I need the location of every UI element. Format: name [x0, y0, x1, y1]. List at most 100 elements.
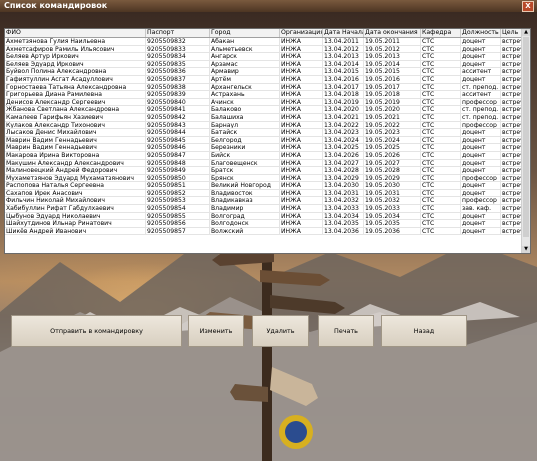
cell-city[interactable]: Белгород — [210, 136, 280, 144]
cell-name[interactable]: Макарова Ирина Викторовна — [5, 151, 146, 159]
cell-end-date[interactable]: 19.05.2035 — [364, 220, 421, 227]
cell-city[interactable]: Армавир — [210, 68, 280, 75]
table-row[interactable]: Беляев Артур Иркович 9205509834 Ангарск ИНЖ… — [5, 53, 530, 61]
cell-passport[interactable]: 9205509846 — [146, 144, 210, 151]
cell-start-date[interactable]: 13.04.2015 — [323, 68, 364, 75]
table-row[interactable]: Лысаков Денис Михайлович 9205509844 Батайс… — [5, 129, 530, 137]
cell-organization[interactable]: ИНЖА — [280, 83, 323, 91]
cell-city[interactable]: Батайск — [210, 129, 280, 136]
cell-organization[interactable]: ИНЖА — [280, 113, 323, 121]
cell-position[interactable]: доцент — [461, 151, 501, 159]
table-row[interactable]: Хабибуллин Рифат Габдулхаевич 9205509854 В… — [5, 205, 530, 213]
cell-position[interactable]: доцент — [461, 136, 501, 144]
cell-name[interactable]: Беляев Артур Иркович — [5, 53, 146, 60]
cell-city[interactable]: Благовещенск — [210, 159, 280, 167]
cell-position[interactable]: доцент — [461, 182, 501, 189]
cell-department[interactable]: СТС — [421, 121, 461, 129]
cell-department[interactable]: СТС — [421, 68, 461, 75]
cell-city[interactable]: Владимир — [210, 205, 280, 212]
cell-organization[interactable]: ИНЖА — [280, 167, 323, 174]
cell-organization[interactable]: ИНЖА — [280, 60, 323, 68]
cell-organization[interactable]: ИНЖА — [280, 91, 323, 98]
table-row[interactable]: Жбанова Светлана Александровна 9205509841… — [5, 106, 530, 114]
table-row[interactable]: Маврин Вадим Геннадьевич 9205509846 Березн… — [5, 144, 530, 152]
cell-position[interactable]: профессор — [461, 98, 501, 106]
cell-start-date[interactable]: 13.04.2017 — [323, 83, 364, 91]
cell-city[interactable]: Владивосток — [210, 189, 280, 197]
cell-start-date[interactable]: 13.04.2021 — [323, 113, 364, 121]
cell-city[interactable]: Балашиха — [210, 113, 280, 121]
cell-position[interactable]: доцент — [461, 129, 501, 136]
cell-position[interactable]: доцент — [461, 60, 501, 68]
cell-position[interactable]: доцент — [461, 159, 501, 167]
cell-department[interactable]: СТС — [421, 83, 461, 91]
table-row[interactable]: Шикёв Андрей Иванович 9205509857 Волжский И… — [5, 227, 530, 236]
cell-position[interactable]: доцент — [461, 220, 501, 227]
cell-department[interactable]: СТС — [421, 167, 461, 174]
table-row[interactable]: Малиновецкий Андрей Федорович 9205509849 Б… — [5, 167, 530, 175]
cell-start-date[interactable]: 13.04.2026 — [323, 151, 364, 159]
cell-name[interactable]: Гафиятуллин Асгат Асадуллович — [5, 75, 146, 83]
cell-organization[interactable]: ИНЖА — [280, 212, 323, 220]
cell-end-date[interactable]: 19.05.2015 — [364, 68, 421, 75]
cell-city[interactable]: Архангельск — [210, 83, 280, 91]
table-row[interactable]: Макарова Ирина Викторовна 9205509847 Бийск… — [5, 151, 530, 160]
table-row[interactable]: Ахметсафиров Рамиль Ильясович 9205509833 А… — [5, 45, 530, 54]
cell-end-date[interactable]: 19.05.2018 — [364, 91, 421, 98]
cell-start-date[interactable]: 13.04.2016 — [323, 75, 364, 83]
cell-name[interactable]: Маврин Вадим Геннадьевич — [5, 136, 146, 144]
cell-city[interactable]: Арзамас — [210, 60, 280, 68]
cell-department[interactable]: СТС — [421, 220, 461, 227]
cell-city[interactable]: Ачинск — [210, 98, 280, 106]
cell-position[interactable]: доцент — [461, 227, 501, 235]
cell-organization[interactable]: ИНЖА — [280, 136, 323, 144]
cell-department[interactable]: СТС — [421, 91, 461, 98]
cell-name[interactable]: Ахметзянова Гулия Наильевна — [5, 38, 146, 45]
cell-city[interactable]: Волгодонск — [210, 220, 280, 227]
cell-end-date[interactable]: 19.05.2017 — [364, 83, 421, 91]
table-row[interactable]: Маврин Вадим Геннадьевич 9205509845 Белгор… — [5, 136, 530, 145]
cell-end-date[interactable]: 19.05.2027 — [364, 159, 421, 167]
column-header-department[interactable]: Кафедра — [421, 29, 461, 37]
cell-name[interactable]: Сахапов Ирек Анасович — [5, 189, 146, 197]
cell-organization[interactable]: ИНЖА — [280, 220, 323, 227]
column-header-passport[interactable]: Паспорт — [146, 29, 210, 37]
table-row[interactable]: Денисов Александр Сергеевич 9205509840 Ачи… — [5, 98, 530, 107]
cell-passport[interactable]: 9205509840 — [146, 98, 210, 106]
cell-passport[interactable]: 9205509835 — [146, 60, 210, 68]
cell-end-date[interactable]: 19.05.2030 — [364, 182, 421, 189]
cell-department[interactable]: СТС — [421, 151, 461, 159]
cell-passport[interactable]: 9205509848 — [146, 159, 210, 167]
cell-department[interactable]: СТС — [421, 189, 461, 197]
cell-name[interactable]: Григорьева Диана Рамилевна — [5, 91, 146, 98]
cell-organization[interactable]: ИНЖА — [280, 174, 323, 182]
table-row[interactable]: Беляев Эдуард Иркович 9205509835 Арзамас ИН… — [5, 60, 530, 69]
cell-organization[interactable]: ИНЖА — [280, 45, 323, 53]
cell-department[interactable]: СТС — [421, 38, 461, 45]
cell-position[interactable]: ст. препод. — [461, 83, 501, 91]
cell-start-date[interactable]: 13.04.2011 — [323, 38, 364, 45]
cell-city[interactable]: Великий Новгород — [210, 182, 280, 189]
cell-position[interactable]: зав. каф. — [461, 205, 501, 212]
cell-end-date[interactable]: 19.05.2026 — [364, 151, 421, 159]
table-row[interactable]: Фильчин Николай Михайлович 9205509853 Влад… — [5, 197, 530, 206]
column-header-position[interactable]: Должность — [461, 29, 501, 37]
cell-passport[interactable]: 9205509855 — [146, 212, 210, 220]
scroll-up-icon[interactable]: ▲ — [522, 29, 530, 36]
cell-passport[interactable]: 9205509842 — [146, 113, 210, 121]
cell-organization[interactable]: ИНЖА — [280, 98, 323, 106]
table-row[interactable]: Горностаева Татьяна Александровна 9205509… — [5, 83, 530, 92]
cell-start-date[interactable]: 13.04.2018 — [323, 91, 364, 98]
cell-organization[interactable]: ИНЖА — [280, 75, 323, 83]
cell-department[interactable]: СТС — [421, 174, 461, 182]
table-row[interactable]: Кулаков Александр Тихонович 9205509843 Бар… — [5, 121, 530, 130]
table-row[interactable]: Цыбунов Эдуард Николаевич 9205509855 Волго… — [5, 212, 530, 221]
cell-city[interactable]: Ангарск — [210, 53, 280, 60]
cell-city[interactable]: Абакан — [210, 38, 280, 45]
cell-start-date[interactable]: 13.04.2013 — [323, 53, 364, 60]
cell-position[interactable]: доцент — [461, 53, 501, 60]
cell-department[interactable]: СТС — [421, 53, 461, 60]
cell-city[interactable]: Березники — [210, 144, 280, 151]
cell-start-date[interactable]: 13.04.2030 — [323, 182, 364, 189]
cell-position[interactable]: асситент — [461, 91, 501, 98]
